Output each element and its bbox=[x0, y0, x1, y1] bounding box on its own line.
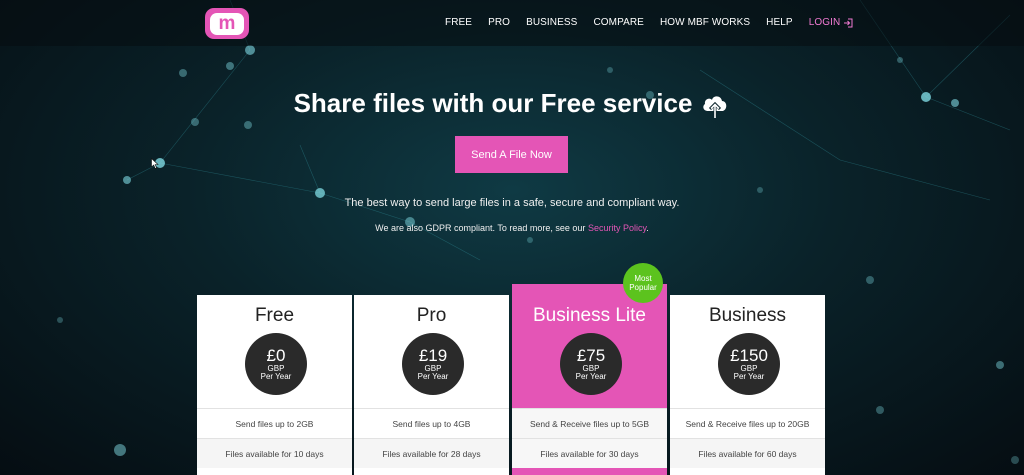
nav-item-help[interactable]: HELP bbox=[766, 17, 793, 28]
login-label: LOGIN bbox=[808, 17, 841, 28]
price-period: Per Year bbox=[260, 371, 292, 381]
nav-item-business[interactable]: BUSINESS bbox=[526, 17, 577, 28]
feature-item: Files available for 60 days bbox=[670, 438, 825, 468]
price-circle: £0 GBP Per Year bbox=[245, 333, 307, 395]
plan-card-free[interactable]: Free £0 GBP Per Year Send files up to 2G… bbox=[197, 295, 352, 475]
feature-item: Files available for 30 days bbox=[512, 438, 667, 468]
plan-name: Free bbox=[254, 305, 295, 326]
hero-title-text: Share files with our Free service bbox=[293, 88, 693, 118]
price-amount: £75 bbox=[576, 345, 606, 365]
price-period: Per Year bbox=[575, 371, 607, 381]
gdpr-prefix: We are also GDPR compliant. To read more… bbox=[375, 223, 588, 233]
nav-item-compare[interactable]: COMPARE bbox=[593, 17, 644, 28]
most-popular-badge: Most Popular bbox=[623, 263, 663, 303]
plan-name: Pro bbox=[416, 305, 447, 326]
price-circle: £19 GBP Per Year bbox=[402, 333, 464, 395]
badge-line-2: Popular bbox=[629, 283, 657, 292]
cloud-upload-icon bbox=[703, 95, 727, 118]
price-amount: £150 bbox=[730, 345, 768, 365]
badge-line-1: Most bbox=[634, 273, 652, 283]
tagline: The best way to send large files in a sa… bbox=[344, 197, 680, 209]
main-nav: FREE PRO BUSINESS COMPARE HOW MBF WORKS … bbox=[445, 17, 853, 28]
hero-heading: Share files with our Free service bbox=[0, 88, 1024, 119]
send-file-button[interactable]: Send A File Now bbox=[455, 136, 568, 173]
feature-list: Send & Receive files up to 20GB Files av… bbox=[670, 408, 825, 468]
feature-list: Send files up to 4GB Files available for… bbox=[354, 408, 509, 468]
security-policy-link[interactable]: Security Policy bbox=[588, 223, 646, 233]
plan-card-pro[interactable]: Pro £19 GBP Per Year Send files up to 4G… bbox=[354, 295, 509, 475]
feature-item: Send & Receive files up to 20GB bbox=[670, 408, 825, 438]
feature-item: Send files up to 4GB bbox=[354, 408, 509, 438]
plan-card-business[interactable]: Business £150 GBP Per Year Send & Receiv… bbox=[670, 295, 825, 475]
feature-list: Send files up to 2GB Files available for… bbox=[197, 408, 352, 468]
nav-item-pro[interactable]: PRO bbox=[488, 17, 510, 28]
price-circle: £150 GBP Per Year bbox=[718, 333, 780, 395]
plan-card-business-lite[interactable]: Business Lite £75 GBP Per Year Send & Re… bbox=[512, 284, 667, 475]
price-circle: £75 GBP Per Year bbox=[560, 333, 622, 395]
nav-item-free[interactable]: FREE bbox=[445, 17, 472, 28]
gdpr-notice: We are also GDPR compliant. To read more… bbox=[0, 223, 1024, 233]
login-icon bbox=[844, 18, 853, 27]
nav-item-how-mbf-works[interactable]: HOW MBF WORKS bbox=[660, 17, 750, 28]
login-link[interactable]: LOGIN bbox=[809, 17, 854, 28]
logo[interactable]: m bbox=[205, 8, 249, 39]
plan-name: Business Lite bbox=[532, 305, 646, 326]
feature-item: Files available for 28 days bbox=[354, 438, 509, 468]
feature-item: Files available for 10 days bbox=[197, 438, 352, 468]
price-period: Per Year bbox=[733, 371, 765, 381]
top-navigation-bar: m FREE PRO BUSINESS COMPARE HOW MBF WORK… bbox=[0, 0, 1024, 46]
gdpr-suffix: . bbox=[646, 223, 649, 233]
pricing-plans: Free £0 GBP Per Year Send files up to 2G… bbox=[197, 284, 827, 475]
feature-item: Send & Receive files up to 5GB bbox=[512, 408, 667, 438]
mouse-cursor-icon bbox=[151, 158, 159, 169]
price-period: Per Year bbox=[417, 371, 449, 381]
feature-item: Send files up to 2GB bbox=[197, 408, 352, 438]
plan-name: Business bbox=[708, 305, 787, 326]
logo-letter: m bbox=[210, 12, 244, 35]
feature-list: Send & Receive files up to 5GB Files ava… bbox=[512, 408, 667, 468]
price-amount: £0 bbox=[266, 345, 286, 365]
price-amount: £19 bbox=[418, 345, 448, 365]
